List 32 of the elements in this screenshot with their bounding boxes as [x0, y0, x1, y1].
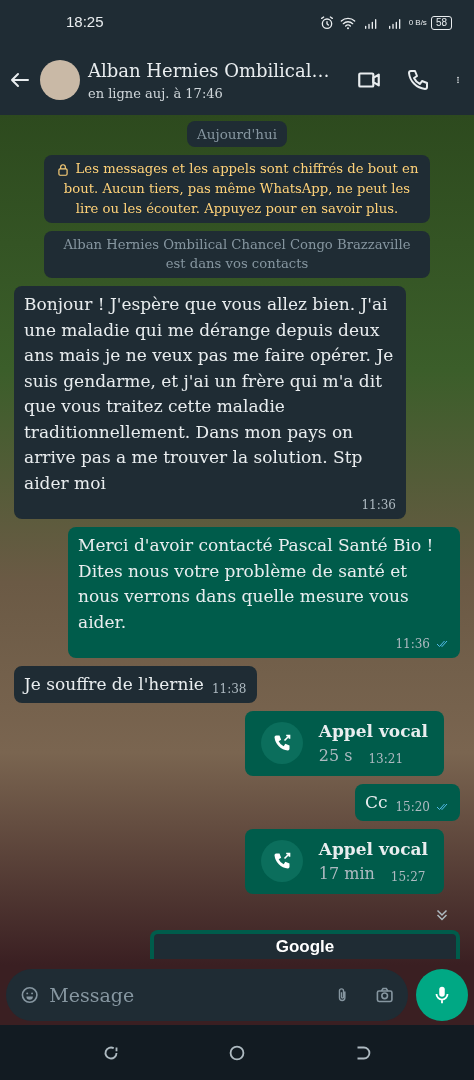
last-seen-status: en ligne auj. à 17:46: [88, 84, 224, 103]
link-preview[interactable]: Google: [150, 929, 460, 959]
message-time: 15:27: [390, 869, 426, 887]
contact-avatar[interactable]: [40, 60, 80, 100]
alarm-clock-icon: [318, 14, 335, 31]
contact-notice: Alban Hernies Ombilical Chancel Congo Brazzaville est dans vos contacts: [44, 230, 430, 279]
contact-name[interactable]: Alban Hernies Ombilical…: [88, 56, 348, 84]
encryption-notice[interactable]: Les messages et les appels sont chiffrés de bout en bout. Aucun tiers, pas même WhatsApp, ne peut les lire ou les écouter. Appuyez pour en savoir plus.: [44, 155, 430, 223]
clock-time: 18:25: [66, 12, 104, 33]
voice-call-bubble[interactable]: Appel vocal 25 s 13:21: [244, 710, 444, 777]
message-time: 13:21: [368, 751, 404, 769]
message-time: 11:36: [395, 636, 430, 654]
date-label: Aujourd'hui: [187, 121, 287, 148]
phone-icon: [406, 68, 430, 92]
battery-level: 58: [430, 15, 452, 30]
call-duration: 17 min: [318, 863, 375, 886]
message-time: 15:20: [395, 798, 430, 816]
voice-call-button[interactable]: [406, 68, 430, 92]
network-speed: 0 B/s: [408, 16, 427, 29]
call-title: Appel vocal: [318, 719, 428, 743]
lock-icon: [55, 162, 70, 177]
message-text: Bonjour ! J'espère que vous allez bien. J'ai une maladie qui me dérange depuis deux ans mais je ne veux pas me faire opérer. Je suis gendarme, et j'ai un frère qui m'a dit que vous traitez cette maladie traditionnellement. Dans mon pays on arrive pas a me trouver la solution. Stp aider moi: [24, 293, 395, 495]
message-text: Je souffre de l'hernie: [24, 673, 204, 697]
message-time: 11:38: [211, 680, 247, 698]
message-text: Cc: [364, 791, 388, 815]
message-field[interactable]: Message: [6, 969, 408, 1021]
call-duration: 25 s: [318, 745, 353, 768]
call-title: Appel vocal: [318, 837, 428, 861]
voice-call-bubble[interactable]: Appel vocal 17 min 15:27: [244, 828, 444, 895]
message-time: 11:36: [361, 497, 396, 515]
message-text: Merci d'avoir contacté Pascal Santé Bio ! Dites nous votre problème de santé et nous verrons dans quelle mesure vous aider.: [78, 534, 435, 634]
microphone-button[interactable]: [416, 969, 468, 1021]
